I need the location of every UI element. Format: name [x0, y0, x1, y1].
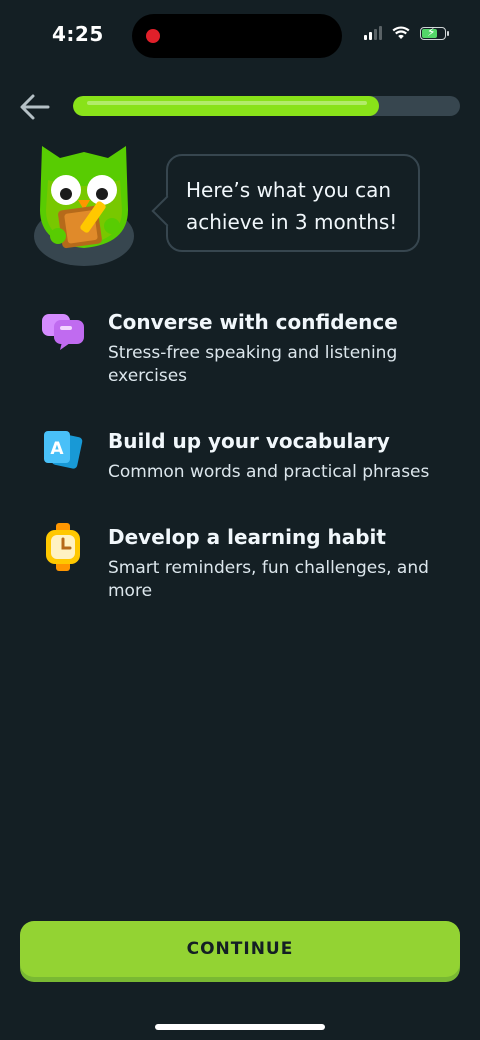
home-indicator	[155, 1024, 325, 1030]
feature-title: Build up your vocabulary	[108, 429, 390, 453]
speech-bubble-tail	[151, 195, 183, 227]
wifi-icon	[392, 26, 410, 39]
speech-bubble-text: Here’s what you can achieve in 3 months!	[186, 178, 398, 234]
speech-bubble: Here’s what you can achieve in 3 months!	[151, 154, 420, 252]
feature-description: Smart reminders, fun challenges, and mor…	[108, 558, 429, 601]
battery-icon: ⚡	[420, 25, 449, 40]
back-button[interactable]	[18, 90, 52, 124]
feature-description: Common words and practical phrases	[108, 462, 430, 482]
continue-button[interactable]: CONTINUE	[20, 921, 460, 977]
recording-indicator-icon	[146, 29, 160, 43]
duo-owl-mascot-icon	[34, 146, 134, 266]
back-arrow-icon	[20, 94, 50, 120]
cellular-signal-icon	[364, 26, 382, 40]
feature-title: Develop a learning habit	[108, 525, 386, 549]
speech-bubbles-icon	[42, 314, 84, 350]
feature-title: Converse with confidence	[108, 310, 398, 334]
continue-button-label: CONTINUE	[186, 939, 294, 959]
svg-text:A: A	[50, 439, 64, 459]
lesson-progress-bar	[73, 96, 460, 116]
feature-description: Stress-free speaking and listening exerc…	[108, 343, 398, 386]
status-time: 4:25	[52, 22, 104, 46]
dynamic-island	[132, 14, 342, 58]
progress-fill	[73, 96, 379, 116]
watch-icon	[46, 523, 80, 571]
vocabulary-cards-icon: A	[44, 431, 83, 469]
